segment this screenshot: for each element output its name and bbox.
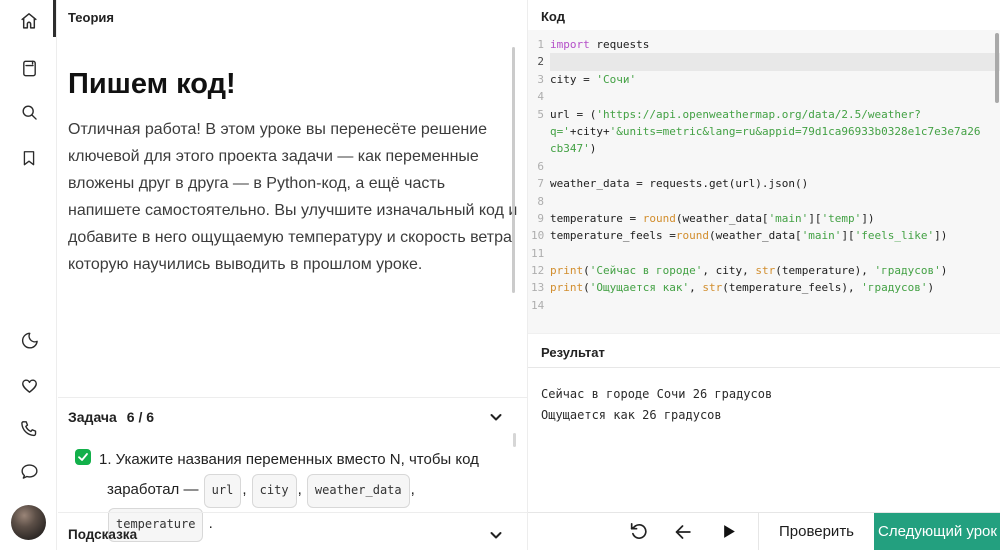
user-avatar[interactable]: [11, 505, 46, 540]
code-line: 14: [528, 297, 1000, 314]
moon-icon: [19, 330, 40, 351]
home-icon: [18, 10, 40, 32]
task-section-toggle[interactable]: Задача 6 / 6: [58, 397, 527, 439]
theory-scrollbar-thumb[interactable]: [512, 47, 515, 293]
search-icon: [19, 102, 40, 123]
output-line: Сейчас в городе Сочи 26 градусов: [541, 384, 988, 405]
code-line: 9temperature = round(weather_data['main'…: [528, 210, 1000, 227]
code-line: 12print('Сейчас в городе', city, str(tem…: [528, 262, 1000, 279]
theory-panel: Теория Пишем код! Отличная работа! В это…: [58, 0, 527, 550]
code-line: 8: [528, 193, 1000, 210]
messages-button[interactable]: [17, 461, 41, 485]
code-line: 11: [528, 245, 1000, 262]
step-back-button[interactable]: [671, 520, 695, 544]
reset-icon: [628, 521, 649, 542]
code-line: cb347'): [528, 140, 1000, 157]
support-call-button[interactable]: [17, 418, 41, 442]
phone-icon: [19, 418, 40, 439]
nav-bookmarks-button[interactable]: [17, 147, 41, 171]
check-button[interactable]: Проверить: [759, 513, 874, 550]
code-line: 6: [528, 158, 1000, 175]
checkmark-icon: [76, 450, 90, 464]
result-header-label: Результат: [541, 345, 605, 360]
task-progress: 6 / 6: [127, 409, 154, 425]
hint-header: Подсказка: [68, 527, 137, 542]
variable-chip: weather_data: [307, 474, 410, 508]
nav-courses-button[interactable]: [17, 58, 41, 82]
code-panel: Код 1import requests23city = 'Сочи'45url…: [527, 0, 1000, 550]
favorites-button[interactable]: [17, 375, 41, 399]
task-checkbox[interactable]: [75, 449, 91, 465]
back-arrow-icon: [672, 521, 694, 543]
variable-chip: url: [204, 474, 242, 508]
toolbar-icons: [528, 513, 758, 550]
nav-search-button[interactable]: [17, 102, 41, 126]
next-lesson-button[interactable]: Следующий урок: [874, 513, 1000, 550]
program-output: Сейчас в городе Сочи 26 градусовОщущаетс…: [528, 368, 1000, 512]
variable-chip: city: [252, 474, 297, 508]
chevron-down-icon[interactable]: [488, 527, 504, 543]
run-code-button[interactable]: [716, 520, 740, 544]
code-line: 3city = 'Сочи': [528, 71, 1000, 88]
code-line: 2: [528, 53, 1000, 70]
reset-code-button[interactable]: [626, 520, 650, 544]
task-header: Задача 6 / 6: [68, 409, 154, 425]
editor-scrollbar-thumb[interactable]: [995, 33, 999, 103]
theme-toggle-button[interactable]: [17, 330, 41, 354]
lesson-paragraph: Отличная работа! В этом уроке вы перенес…: [68, 116, 520, 278]
code-editor[interactable]: 1import requests23city = 'Сочи'45url = (…: [528, 30, 1000, 333]
chevron-down-icon[interactable]: [488, 409, 504, 425]
hint-section-toggle[interactable]: Подсказка: [58, 512, 527, 550]
code-line: 1import requests: [528, 36, 1000, 53]
chat-icon: [19, 461, 40, 482]
output-line: Ощущается как 26 градусов: [541, 405, 988, 426]
run-icon: [719, 522, 738, 541]
code-line: q='+city+'&units=metric&lang=ru&appid=79…: [528, 123, 1000, 140]
sidebar-scrollbar-thumb[interactable]: [53, 0, 56, 37]
sidebar: [0, 0, 57, 550]
code-line: 10temperature_feels =round(weather_data[…: [528, 227, 1000, 244]
bookmark-icon: [19, 148, 39, 168]
book-icon: [19, 58, 40, 79]
code-line: 13print('Ощущается как', str(temperature…: [528, 279, 1000, 296]
task-divider: [58, 397, 527, 398]
nav-home-button[interactable]: [17, 10, 41, 34]
theory-header: Теория: [68, 10, 114, 25]
code-line: 5url = ('https://api.openweathermap.org/…: [528, 106, 1000, 123]
code-line: 7weather_data = requests.get(url).json(): [528, 175, 1000, 192]
result-header: Результат: [528, 333, 1000, 368]
code-header: Код: [541, 9, 565, 24]
lesson-title: Пишем код!: [68, 68, 236, 101]
code-toolbar: Проверить Следующий урок: [528, 512, 1000, 550]
hint-divider: [58, 512, 527, 513]
task-scrollbar-thumb[interactable]: [513, 433, 516, 447]
code-line: 4: [528, 88, 1000, 105]
heart-icon: [19, 375, 40, 396]
task-header-label: Задача: [68, 409, 117, 425]
